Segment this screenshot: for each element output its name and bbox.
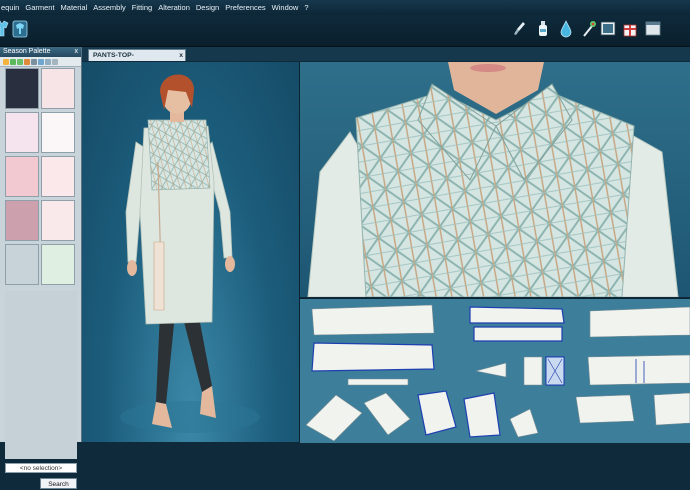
palette-title: Season Palette [3, 48, 51, 55]
menu-mannequin[interactable]: equin [1, 3, 24, 12]
import-icon[interactable] [17, 58, 23, 65]
menu-design[interactable]: Design [196, 3, 224, 12]
menu-alteration[interactable]: Alteration [158, 3, 195, 12]
closeup-render [307, 62, 679, 297]
mannequin-render [120, 74, 260, 433]
menu-window[interactable]: Window [272, 3, 304, 12]
folder-icon[interactable] [3, 58, 9, 65]
menu-garment[interactable]: Garment [25, 3, 59, 12]
palette-close-button[interactable]: x [75, 47, 79, 57]
closeup-3d-viewport[interactable] [300, 62, 690, 297]
shirt-tool-icon[interactable] [0, 19, 10, 39]
bottle-icon[interactable] [535, 19, 551, 39]
add-icon[interactable] [10, 58, 16, 65]
frame-icon[interactable] [600, 19, 616, 39]
full-body-3d-viewport[interactable] [82, 62, 300, 442]
color-swatch[interactable] [41, 112, 75, 153]
window-icon[interactable] [645, 19, 661, 39]
color-swatch[interactable] [5, 244, 39, 285]
brush-icon[interactable] [512, 19, 528, 39]
wand-icon[interactable] [581, 19, 597, 39]
menu-help[interactable]: ? [304, 3, 313, 12]
menu-fitting[interactable]: Fitting [132, 3, 157, 12]
menu-preferences[interactable]: Preferences [225, 3, 270, 12]
color-swatch[interactable] [41, 68, 75, 109]
menu-assembly[interactable]: Assembly [93, 3, 131, 12]
search-button[interactable]: Search [40, 478, 77, 489]
color-swatch[interactable] [5, 112, 39, 153]
menu-material[interactable]: Material [61, 3, 93, 12]
palette-title-bar: Season Palette x [0, 47, 81, 57]
grid-view-icon[interactable] [38, 58, 44, 65]
refresh-icon[interactable] [52, 58, 58, 65]
color-swatch[interactable] [5, 200, 39, 241]
export-icon[interactable] [24, 58, 30, 65]
color-swatch[interactable] [5, 156, 39, 197]
selection-field: <no selection> [5, 463, 77, 473]
list-view-icon[interactable] [45, 58, 51, 65]
palette-toolbar [0, 57, 81, 67]
gift-icon[interactable] [622, 19, 638, 39]
settings-icon[interactable] [31, 58, 37, 65]
garment-tool-icon[interactable] [12, 19, 28, 39]
color-swatch[interactable] [41, 156, 75, 197]
document-tab[interactable]: PANTS-TOP-COAT_Post4.mt... x [88, 49, 186, 71]
toolbar [0, 15, 690, 47]
palette-empty-area [5, 291, 77, 459]
drop-icon[interactable] [558, 19, 574, 39]
pattern-2d-viewport[interactable] [300, 298, 690, 443]
menu-bar: equin Garment Material Assembly Fitting … [0, 0, 690, 16]
color-swatch[interactable] [41, 244, 75, 285]
color-swatch[interactable] [5, 68, 39, 109]
document-tab-close-button[interactable]: x [179, 50, 183, 62]
pattern-pieces [305, 304, 690, 442]
color-swatch[interactable] [41, 200, 75, 241]
season-palette-panel: Season Palette x <no selection> Search [0, 47, 82, 489]
